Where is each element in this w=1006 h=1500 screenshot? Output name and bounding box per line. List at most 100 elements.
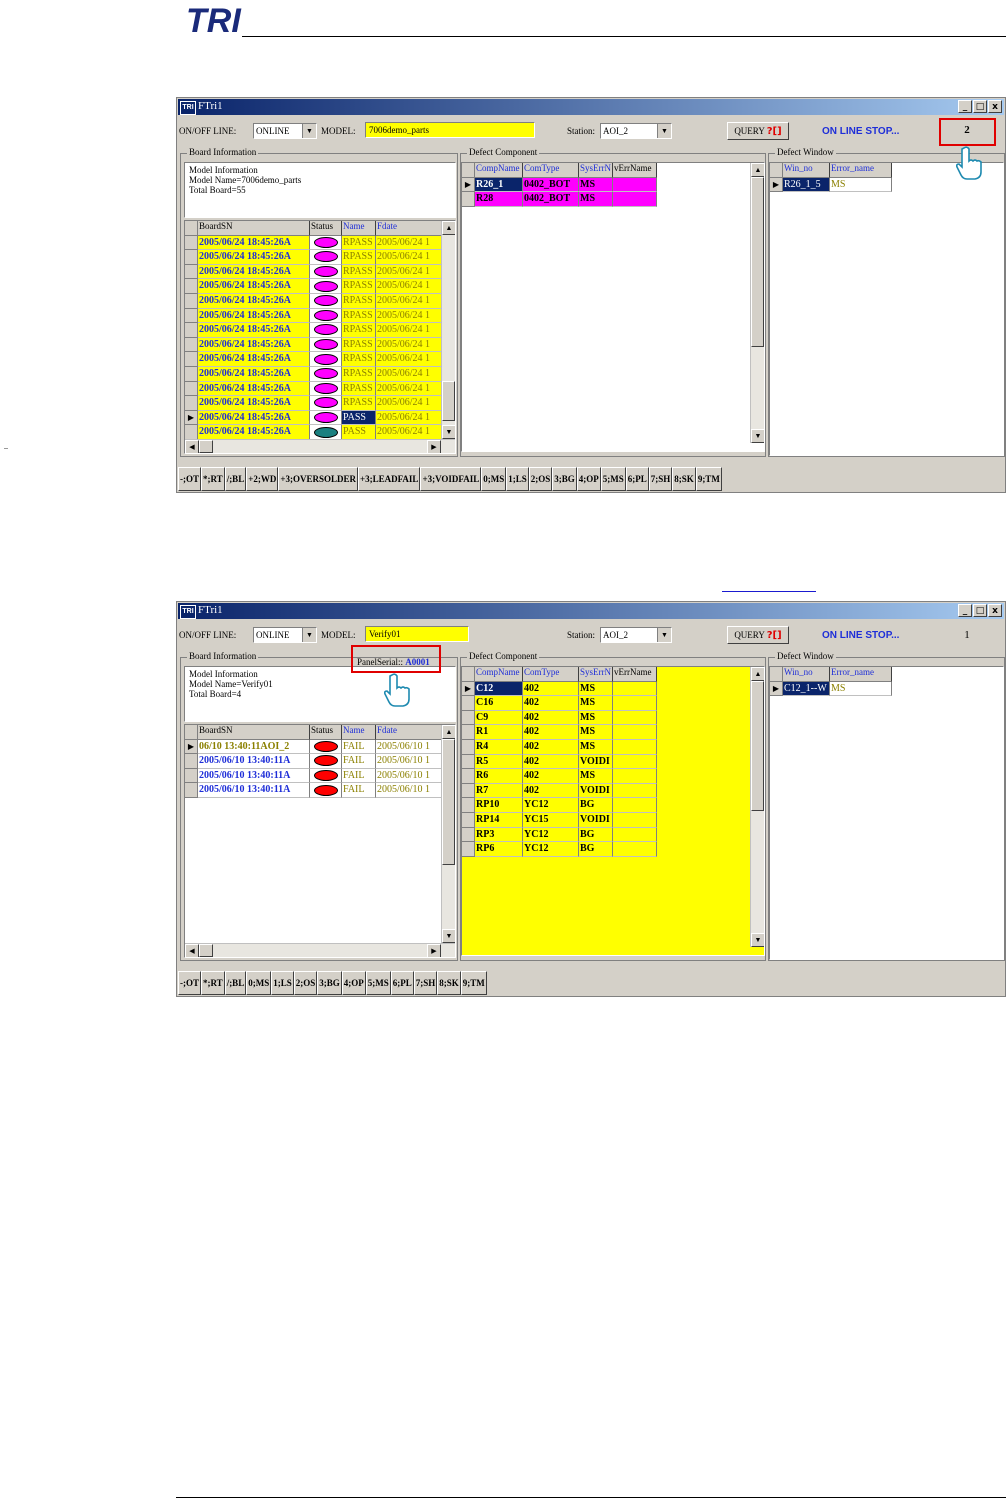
- table-row[interactable]: 2005/06/24 18:45:26A RPASS 2005/06/24 1: [185, 337, 455, 353]
- cell-boardsn[interactable]: 2005/06/24 18:45:26A: [198, 235, 310, 251]
- cell-compname[interactable]: RP14: [475, 812, 523, 828]
- defect-grid[interactable]: CompName ComType SysErrN vErrName ▶ R26_1…: [461, 162, 765, 452]
- model-field[interactable]: Verify01: [365, 626, 469, 642]
- row-indicator[interactable]: [462, 192, 475, 207]
- col-verrname[interactable]: vErrName: [613, 163, 657, 178]
- cell-boardsn[interactable]: 2005/06/10 13:40:11A: [198, 783, 310, 798]
- online-select[interactable]: ONLINE ▼: [253, 627, 317, 643]
- horizontal-scrollbar[interactable]: ◀ ▶: [185, 943, 455, 957]
- dropdown-arrow-icon[interactable]: ▼: [657, 124, 671, 138]
- cell-fdate[interactable]: 2005/06/24 1: [376, 366, 444, 382]
- table-row[interactable]: ▶ C12 402 MS: [462, 681, 764, 697]
- cell-compname[interactable]: RP6: [475, 842, 523, 857]
- table-row[interactable]: R28 0402_BOT MS: [462, 192, 764, 207]
- cell-name[interactable]: RPASS: [342, 250, 376, 265]
- defect-key-button[interactable]: +3;OVERSOLDER: [278, 467, 358, 491]
- table-row[interactable]: C16 402 MS: [462, 696, 764, 711]
- cell-compname[interactable]: R4: [475, 739, 523, 755]
- cell-status[interactable]: [310, 768, 342, 784]
- cell-verrname[interactable]: [613, 681, 657, 697]
- cell-comtype[interactable]: 402: [523, 754, 579, 770]
- table-row[interactable]: 2005/06/24 18:45:26A RPASS 2005/06/24 1: [185, 235, 455, 251]
- cell-comtype[interactable]: YC15: [523, 812, 579, 828]
- scroll-right-icon[interactable]: ▶: [427, 944, 441, 957]
- cell-name[interactable]: PASS: [342, 410, 376, 426]
- cell-syserr[interactable]: MS: [579, 769, 613, 784]
- cell-fdate[interactable]: 2005/06/24 1: [376, 396, 444, 411]
- cell-status[interactable]: [310, 337, 342, 353]
- defect-key-button[interactable]: *;RT: [201, 467, 225, 491]
- cell-boardsn[interactable]: 2005/06/24 18:45:26A: [198, 337, 310, 353]
- station-select[interactable]: AOI_2 ▼: [600, 627, 672, 643]
- defect-key-button[interactable]: 1;LS: [506, 467, 529, 491]
- cell-status[interactable]: [310, 308, 342, 324]
- table-row[interactable]: R5 402 VOIDI: [462, 754, 764, 770]
- scroll-thumb[interactable]: [751, 177, 764, 347]
- scroll-thumb[interactable]: [442, 381, 455, 421]
- cell-name[interactable]: RPASS: [342, 264, 376, 280]
- row-indicator[interactable]: [185, 250, 198, 265]
- defect-key-button[interactable]: 9;TM: [460, 971, 487, 995]
- cell-compname[interactable]: R1: [475, 725, 523, 740]
- col-win-no[interactable]: Win_no: [783, 667, 830, 682]
- defect-key-button[interactable]: 0;MS: [481, 467, 507, 491]
- cell-boardsn[interactable]: 2005/06/24 18:45:26A: [198, 425, 310, 440]
- scroll-up-icon[interactable]: ▲: [751, 667, 764, 681]
- cell-boardsn[interactable]: 2005/06/24 18:45:26A: [198, 264, 310, 280]
- defect-key-button[interactable]: 2;OS: [528, 467, 553, 491]
- col-error-name[interactable]: Error_name: [830, 667, 892, 682]
- defect-key-button[interactable]: -;OT: [178, 971, 201, 995]
- cell-boardsn[interactable]: 06/10 13:40:11AOI_2: [198, 739, 310, 755]
- row-indicator[interactable]: [185, 768, 198, 784]
- vertical-scrollbar[interactable]: ▲ ▼: [441, 725, 455, 943]
- cell-verrname[interactable]: [613, 177, 657, 193]
- cell-syserr[interactable]: MS: [579, 710, 613, 726]
- cell-comtype[interactable]: 402: [523, 725, 579, 740]
- table-row[interactable]: 2005/06/24 18:45:26A RPASS 2005/06/24 1: [185, 279, 455, 294]
- row-indicator[interactable]: [185, 366, 198, 382]
- row-indicator[interactable]: [462, 842, 475, 857]
- row-indicator[interactable]: [185, 754, 198, 769]
- defect-key-button[interactable]: /;BL: [224, 467, 247, 491]
- cell-verrname[interactable]: [613, 696, 657, 711]
- cell-fdate[interactable]: 2005/06/10 1: [376, 783, 444, 798]
- table-row[interactable]: 2005/06/24 18:45:26A RPASS 2005/06/24 1: [185, 264, 455, 280]
- col-boardsn[interactable]: BoardSN: [198, 221, 310, 236]
- query-button[interactable]: QUERY ?[]: [727, 626, 789, 644]
- table-row[interactable]: R6 402 MS: [462, 769, 764, 784]
- row-indicator[interactable]: ▶: [185, 410, 198, 426]
- defect-key-button[interactable]: 1;LS: [271, 971, 294, 995]
- row-indicator[interactable]: [462, 769, 475, 784]
- table-row[interactable]: C9 402 MS: [462, 710, 764, 726]
- defect-key-button[interactable]: 5;MS: [600, 467, 626, 491]
- cell-comtype[interactable]: 402: [523, 739, 579, 755]
- cell-fdate[interactable]: 2005/06/24 1: [376, 250, 444, 265]
- row-indicator[interactable]: ▶: [770, 681, 783, 697]
- cell-fdate[interactable]: 2005/06/24 1: [376, 264, 444, 280]
- cell-fdate[interactable]: 2005/06/10 1: [376, 768, 444, 784]
- table-row[interactable]: ▶ 2005/06/24 18:45:26A PASS 2005/06/24 1: [185, 410, 455, 426]
- cell-syserr[interactable]: MS: [579, 177, 613, 193]
- col-comtype[interactable]: ComType: [523, 163, 579, 178]
- row-indicator[interactable]: [185, 381, 198, 397]
- cell-syserr[interactable]: BG: [579, 798, 613, 813]
- vertical-scrollbar[interactable]: ▲ ▼: [750, 667, 764, 947]
- table-row[interactable]: 2005/06/24 18:45:26A RPASS 2005/06/24 1: [185, 366, 455, 382]
- maximize-button[interactable]: □: [973, 604, 987, 617]
- col-error-name[interactable]: Error_name: [830, 163, 892, 178]
- table-row[interactable]: 2005/06/24 18:45:26A RPASS 2005/06/24 1: [185, 308, 455, 324]
- table-row[interactable]: RP14 YC15 VOIDI: [462, 812, 764, 828]
- table-row[interactable]: 2005/06/24 18:45:26A RPASS 2005/06/24 1: [185, 293, 455, 309]
- defect-key-button[interactable]: 9;TM: [695, 467, 722, 491]
- cell-status[interactable]: [310, 235, 342, 251]
- cell-boardsn[interactable]: 2005/06/10 13:40:11A: [198, 768, 310, 784]
- model-field[interactable]: 7006demo_parts: [365, 122, 535, 138]
- cell-name[interactable]: RPASS: [342, 366, 376, 382]
- scroll-up-icon[interactable]: ▲: [442, 221, 455, 235]
- cell-verrname[interactable]: [613, 192, 657, 207]
- scroll-down-icon[interactable]: ▼: [442, 929, 455, 943]
- cell-verrname[interactable]: [613, 739, 657, 755]
- defect-key-button[interactable]: 4;OP: [341, 971, 366, 995]
- cell-boardsn[interactable]: 2005/06/24 18:45:26A: [198, 396, 310, 411]
- table-row[interactable]: RP3 YC12 BG: [462, 827, 764, 843]
